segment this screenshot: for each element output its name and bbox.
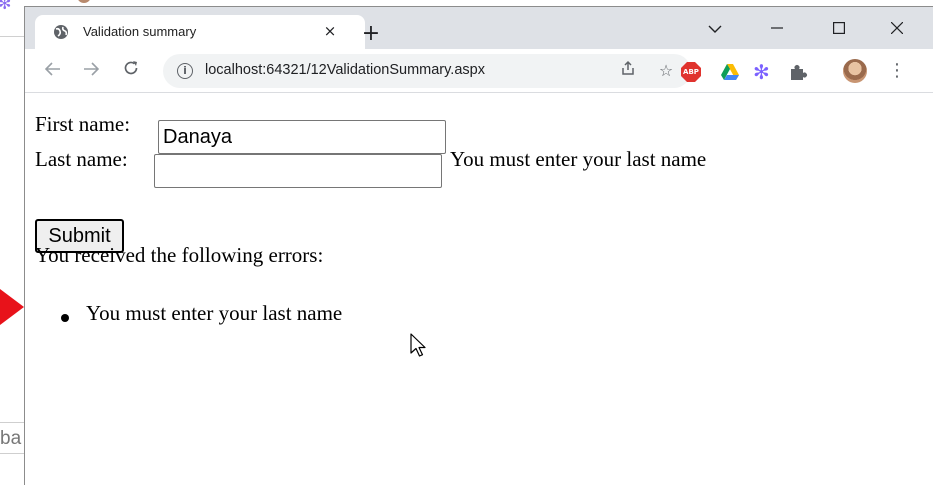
tab-title: Validation summary — [83, 24, 197, 39]
mouse-cursor-icon — [410, 333, 426, 357]
background-divider — [0, 36, 24, 37]
reload-button[interactable] — [119, 59, 143, 83]
first-name-label: First name: — [35, 112, 131, 136]
validation-summary-error-item: You must enter your last name — [86, 301, 343, 325]
site-info-icon[interactable]: i — [177, 63, 193, 79]
globe-icon — [54, 25, 68, 39]
address-bar[interactable]: i localhost:64321/12ValidationSummary.as… — [163, 54, 691, 88]
forward-button[interactable] — [79, 59, 103, 83]
maximize-button[interactable] — [819, 17, 859, 41]
first-name-input[interactable] — [158, 120, 446, 154]
extensions-puzzle-icon[interactable] — [787, 61, 809, 83]
page-content: First name: Last name: You must enter yo… — [25, 94, 933, 485]
browser-toolbar: i localhost:64321/12ValidationSummary.as… — [25, 49, 933, 93]
tab-close-icon[interactable]: × — [319, 20, 341, 42]
tab-search-chevron-icon[interactable] — [695, 17, 735, 41]
url-text[interactable]: localhost:64321/12ValidationSummary.aspx — [205, 62, 485, 78]
new-tab-button[interactable]: + — [359, 23, 383, 47]
background-window: ba — [0, 0, 24, 485]
background-toolbar-icons — [78, 0, 90, 3]
back-button[interactable] — [41, 59, 65, 83]
bookmark-star-icon[interactable]: ☆ — [655, 60, 677, 82]
share-icon[interactable] — [617, 60, 639, 82]
last-name-input[interactable] — [154, 154, 442, 188]
minimize-button[interactable] — [757, 17, 797, 41]
validation-summary-header: You received the following errors: — [35, 243, 324, 267]
list-bullet — [61, 314, 69, 322]
profile-avatar[interactable] — [843, 59, 867, 83]
tab-strip: Validation summary × + — [25, 7, 933, 49]
extension-flower-icon: ✻ — [0, 0, 12, 13]
red-arrow-icon — [0, 289, 24, 325]
google-drive-icon[interactable] — [719, 61, 741, 83]
adblock-plus-icon[interactable]: ABP — [681, 62, 701, 82]
last-name-error-text: You must enter your last name — [450, 147, 707, 171]
chrome-menu-icon[interactable]: ⋮ — [887, 60, 907, 82]
close-window-button[interactable] — [877, 17, 917, 41]
last-name-label: Last name: — [35, 147, 128, 171]
extension-flower-icon[interactable]: ✻ — [753, 61, 775, 83]
browser-window: Validation summary × + i localhost:64321 — [24, 6, 933, 485]
tab-validation-summary[interactable]: Validation summary × — [35, 15, 365, 49]
background-text-fragment: ba — [0, 422, 24, 454]
